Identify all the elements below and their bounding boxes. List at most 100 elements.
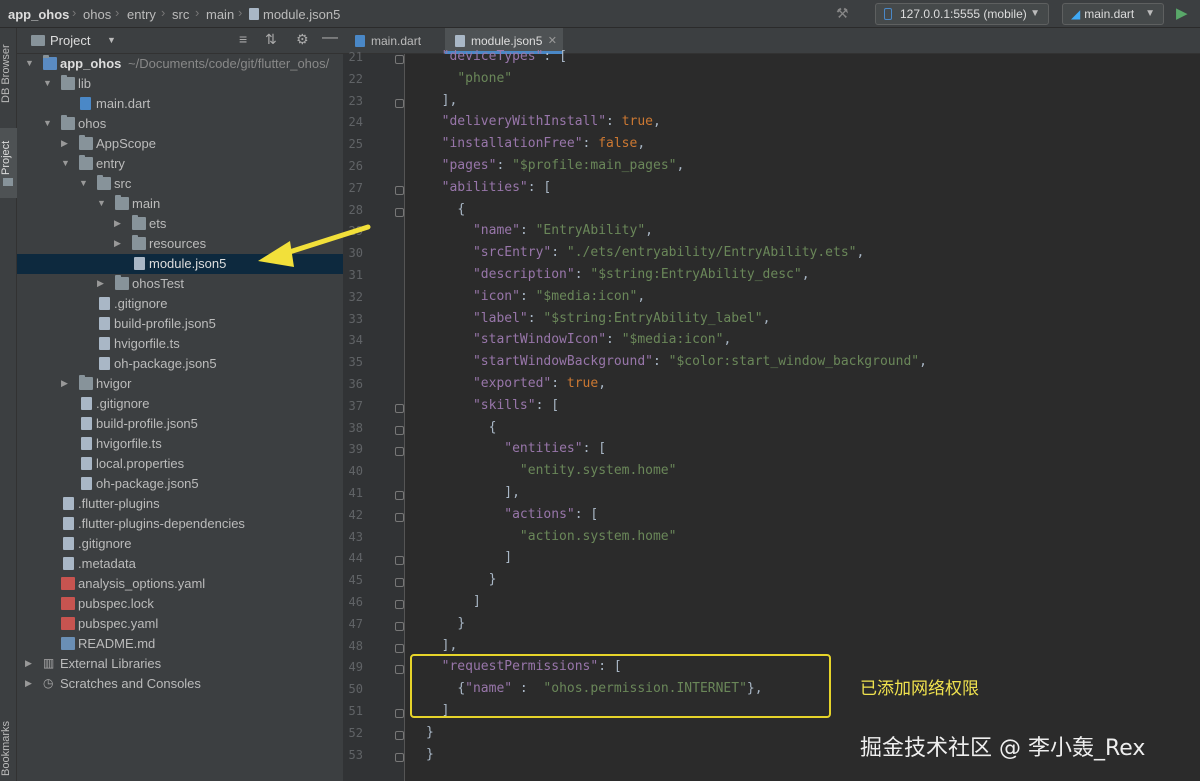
code-line: "icon": "$media:icon", [472,288,646,304]
chevron-down-icon[interactable]: ▼ [97,197,107,209]
tree-item-hvigorfile[interactable]: hvigorfile.ts [17,434,343,454]
tree-item-label: .flutter-plugins [78,496,160,511]
hammer-icon[interactable]: ⚒ [836,5,849,22]
tree-item-build-profile[interactable]: build-profile.json5 [17,414,343,434]
fold-marker-icon[interactable] [395,55,404,64]
fold-marker-icon[interactable] [395,730,404,740]
tree-item-label: entry [96,156,125,171]
tree-item-gitignore[interactable]: .gitignore [17,534,343,554]
chevron-right-icon[interactable]: ▶ [61,137,71,149]
fold-marker-icon[interactable] [395,709,404,718]
tree-item-main-dart[interactable]: main.dart [17,94,343,114]
device-selector[interactable]: 127.0.0.1:5555 (mobile) ▼ [875,3,1049,25]
chevron-down-icon[interactable]: ▼ [43,117,53,129]
chevron-right-icon[interactable]: ▶ [25,657,35,669]
tree-item-analysis-options[interactable]: analysis_options.yaml [17,574,343,594]
tree-item-hvigor[interactable]: ▶ hvigor [17,374,343,394]
tree-item-metadata[interactable]: .metadata [17,554,343,574]
fold-marker-icon[interactable] [395,578,404,588]
bookmarks-tab[interactable]: Bookmarks [0,718,17,778]
tree-item-label: AppScope [96,136,156,151]
expand-all-icon[interactable]: ⇅ [265,31,277,48]
fold-marker-icon[interactable] [395,403,404,413]
fold-marker-icon[interactable] [395,491,404,500]
chevron-right-icon[interactable]: ▶ [114,217,124,229]
project-tab[interactable]: Project [0,132,17,184]
breadcrumb-item[interactable]: src [172,7,189,22]
tree-root[interactable]: ▼ app_ohos ~/Documents/code/git/flutter_… [17,54,343,74]
chevron-right-icon[interactable]: ▶ [114,237,124,249]
json-file-icon [134,257,145,270]
project-view-title[interactable]: Project [50,33,90,48]
code-line: ], [441,637,458,653]
fold-marker-icon[interactable] [395,621,404,631]
json-file-icon [99,317,110,330]
tree-item-pubspec-yaml[interactable]: pubspec.yaml [17,614,343,634]
line-number: 34 [348,333,363,348]
run-configuration-selector[interactable]: ◢ main.dart ▼ [1062,3,1164,25]
tree-item-build-profile[interactable]: build-profile.json5 [17,314,343,334]
tree-item-local-properties[interactable]: local.properties [17,454,343,474]
fold-marker-icon[interactable] [395,556,404,566]
fold-marker-icon[interactable] [395,512,404,522]
chevron-down-icon[interactable]: ▼ [79,177,89,189]
watermark: 掘金技术社区 @ 李小轰_Rex [860,736,1146,761]
breadcrumb-item[interactable]: entry [127,7,156,22]
chevron-down-icon[interactable]: ▼ [43,77,53,89]
chevron-down-icon[interactable]: ▼ [25,57,35,69]
run-icon[interactable]: ▶ [1176,4,1188,22]
tree-item-label: lib [78,76,92,91]
tree-item-label: main [132,196,161,211]
db-browser-tab[interactable]: DB Browser [0,36,17,112]
code-line: "pages": "$profile:main_pages", [441,158,685,173]
tree-root-label: app_ohos [60,56,122,71]
tree-item-label: ohosTest [132,276,185,291]
breadcrumb-item[interactable]: app_ohos [8,7,69,22]
line-number: 47 [348,616,363,631]
fold-marker-icon[interactable] [395,425,404,435]
tree-item-pubspec-lock[interactable]: pubspec.lock [17,594,343,614]
chevron-right-icon[interactable]: ▶ [97,277,107,289]
breadcrumb-item[interactable]: ohos [83,7,111,22]
fold-marker-icon[interactable] [395,752,404,762]
fold-marker-icon[interactable] [395,447,404,457]
tree-item-label: pubspec.lock [78,596,154,611]
tree-item-readme[interactable]: README.md [17,634,343,654]
fold-marker-icon[interactable] [395,643,404,653]
tree-item-lib[interactable]: ▼ lib [17,74,343,94]
breadcrumb-item[interactable]: module.json5 [263,7,340,22]
fold-marker-icon[interactable] [395,98,404,108]
fold-marker-icon[interactable] [395,185,404,195]
tree-item-ohos[interactable]: ▼ ohos [17,114,343,134]
tree-item-scratches[interactable]: ▶ ◷ Scratches and Consoles [17,674,343,694]
fold-marker-icon[interactable] [395,207,404,217]
library-icon: ▥ [43,656,55,670]
tree-item-src[interactable]: ▼ src [17,174,343,194]
fold-marker-icon[interactable] [395,665,404,675]
tree-item-entry[interactable]: ▼ entry [17,154,343,174]
tree-item-external-libraries[interactable]: ▶ ▥ External Libraries [17,654,343,674]
yaml-file-icon [61,577,75,590]
folder-icon [79,135,93,150]
fold-marker-icon[interactable] [395,600,404,609]
chevron-down-icon[interactable]: ▼ [61,157,71,169]
tree-item-flutter-plugins[interactable]: .flutter-plugins [17,494,343,514]
minimize-icon[interactable]: — [322,29,338,47]
tree-item-oh-package[interactable]: oh-package.json5 [17,474,343,494]
gear-icon[interactable]: ⚙ [296,31,309,48]
tree-item-appscope[interactable]: ▶ AppScope [17,134,343,154]
tree-item-gitignore[interactable]: .gitignore [17,294,343,314]
breadcrumb-item[interactable]: main [206,7,234,22]
tree-item-ohostest[interactable]: ▶ ohosTest [17,274,343,294]
line-number: 25 [348,137,363,152]
chevron-right-icon[interactable]: ▶ [25,677,35,689]
collapse-all-icon[interactable]: ≡ [239,31,247,47]
chevron-down-icon[interactable]: ▼ [107,35,116,45]
tree-item-oh-package[interactable]: oh-package.json5 [17,354,343,374]
tree-item-main[interactable]: ▼ main [17,194,343,214]
tree-item-flutter-plugins-deps[interactable]: .flutter-plugins-dependencies [17,514,343,534]
tree-item-gitignore[interactable]: .gitignore [17,394,343,414]
tree-item-label: module.json5 [149,256,227,271]
tree-item-hvigorfile[interactable]: hvigorfile.ts [17,334,343,354]
chevron-right-icon[interactable]: ▶ [61,377,71,389]
